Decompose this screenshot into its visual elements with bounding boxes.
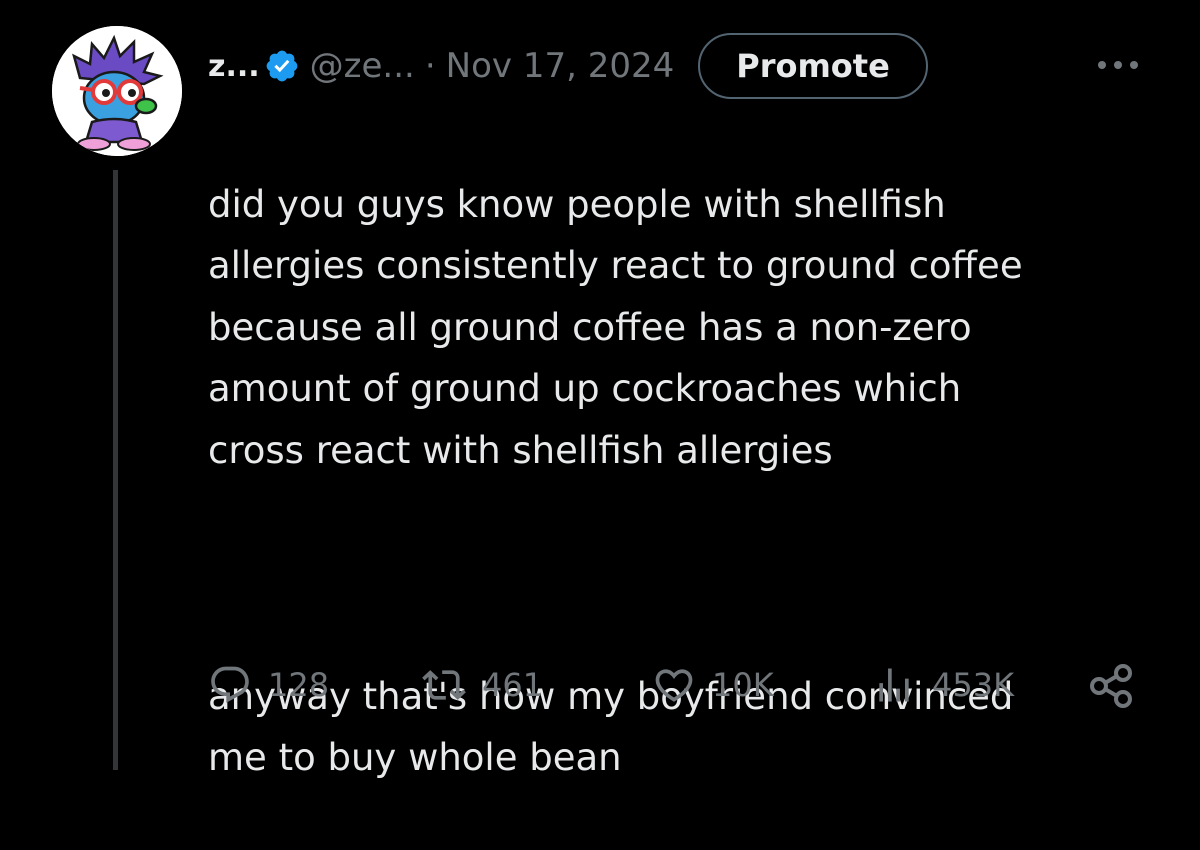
- separator-dot: ·: [424, 46, 436, 86]
- user-handle[interactable]: @ze...: [310, 46, 415, 86]
- tweet-paragraph-1: did you guys know people with shellfish …: [208, 182, 1023, 472]
- tweet-date[interactable]: Nov 17, 2024: [446, 46, 675, 86]
- reply-icon: [211, 666, 249, 703]
- avatar-cartoon-icon: [52, 26, 182, 156]
- retweet-icon: [422, 670, 466, 700]
- promote-button[interactable]: Promote: [698, 33, 928, 99]
- like-count: 10K: [712, 666, 774, 704]
- tweet-paragraph-spacer: [208, 543, 1168, 605]
- tweet-actions: 128 461 10K 453K: [208, 655, 1148, 715]
- tweet-text: did you guys know people with shellfish …: [208, 112, 1168, 850]
- reply-button[interactable]: 128: [208, 655, 329, 715]
- avatar[interactable]: [52, 26, 182, 156]
- share-icon[interactable]: [1088, 663, 1134, 709]
- heart-icon: [655, 669, 693, 702]
- retweet-count: 461: [482, 666, 544, 704]
- thread-line: [113, 170, 118, 770]
- retweet-button[interactable]: 461: [422, 655, 543, 715]
- views-button[interactable]: 453K: [872, 655, 1014, 715]
- verified-badge-icon: [264, 48, 300, 84]
- views-count: 453K: [932, 666, 1015, 704]
- like-button[interactable]: 10K: [652, 655, 774, 715]
- more-horizontal-icon[interactable]: [1088, 50, 1148, 80]
- display-name[interactable]: z...: [208, 49, 260, 84]
- reply-count: 128: [268, 666, 330, 704]
- views-chart-icon: [879, 668, 909, 702]
- tweet: z... @ze... · Nov 17, 2024 Promote did y…: [0, 0, 1200, 779]
- tweet-header: z... @ze... · Nov 17, 2024 Promote: [208, 33, 928, 99]
